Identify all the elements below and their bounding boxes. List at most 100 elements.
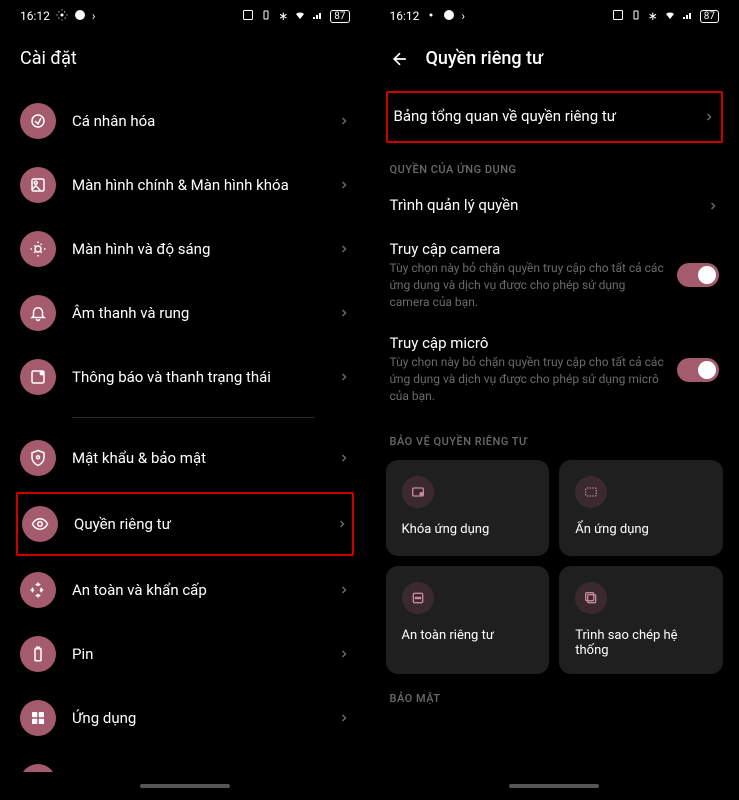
- chevron-right-icon: [703, 111, 715, 123]
- row-privacy-overview[interactable]: Bảng tổng quan về quyền riêng tư: [386, 91, 724, 143]
- item-battery[interactable]: Pin: [16, 622, 354, 686]
- item-label: Màn hình và độ sáng: [72, 240, 322, 258]
- item-apps[interactable]: Ứng dụng: [16, 686, 354, 750]
- item-label: Âm thanh và rung: [72, 304, 322, 322]
- card-label: Khóa ứng dụng: [402, 522, 534, 537]
- arrow-icon: ›: [461, 9, 465, 23]
- chevron-right-icon: [338, 371, 350, 383]
- status-time: 16:12: [20, 9, 50, 23]
- item-display-brightness[interactable]: Màn hình và độ sáng: [16, 217, 354, 281]
- section-privacy-protection: BẢO VỆ QUYỀN RIÊNG TƯ: [386, 417, 724, 456]
- privacy-cards-grid: Khóa ứng dụng Ẩn ứng dụng An toàn riêng …: [386, 460, 724, 674]
- chevron-right-icon: [338, 243, 350, 255]
- settings-list: Cá nhân hóa Màn hình chính & Màn hình kh…: [0, 89, 370, 772]
- setting-title: Trình quản lý quyền: [390, 196, 696, 214]
- card-private-safe[interactable]: An toàn riêng tư: [386, 566, 550, 674]
- chevron-right-icon: [338, 584, 350, 596]
- item-privacy[interactable]: Quyền riêng tư: [16, 492, 354, 556]
- item-label: Cá nhân hóa: [72, 112, 322, 130]
- lock-icon: [402, 476, 434, 508]
- right-phone: 16:12 › ∗ 87 Quyền riêng tư Bảng tổng qu…: [370, 0, 739, 800]
- eye-icon: [22, 506, 58, 542]
- item-location[interactable]: Vị trí: [16, 750, 354, 772]
- setting-title: Bảng tổng quan về quyền riêng tư: [394, 107, 692, 125]
- item-label: Quyền riêng tư: [74, 515, 320, 533]
- brightness-icon: [20, 231, 56, 267]
- arrow-icon: ›: [92, 9, 96, 23]
- battery-icon: [20, 636, 56, 672]
- wifi-icon: [294, 9, 306, 24]
- item-sound-vibration[interactable]: Âm thanh và rung: [16, 281, 354, 345]
- left-phone: 16:12 › ∗ 87 Cài đặt Cá nhân hóa Màn hìn…: [0, 0, 370, 800]
- card-app-lock[interactable]: Khóa ứng dụng: [386, 460, 550, 556]
- hide-icon: [575, 476, 607, 508]
- item-password-security[interactable]: Mật khẩu & bảo mật: [16, 426, 354, 490]
- signal-icon: [682, 9, 694, 24]
- nav-bar: [370, 772, 739, 800]
- chevron-right-icon: [336, 518, 348, 530]
- section-security: BẢO MẬT: [386, 674, 724, 713]
- messenger-icon: [74, 9, 86, 24]
- battery-indicator: 87: [700, 10, 719, 23]
- vibrate-icon: [630, 9, 642, 24]
- gear-icon: [56, 9, 68, 24]
- item-label: Thông báo và thanh trạng thái: [72, 368, 322, 386]
- notification-icon: [20, 359, 56, 395]
- item-safety-emergency[interactable]: An toàn và khẩn cấp: [16, 558, 354, 622]
- setting-subtitle: Tùy chọn này bỏ chặn quyền truy cập cho …: [390, 260, 666, 310]
- header: Quyền riêng tư: [370, 32, 739, 89]
- item-label: Mật khẩu & bảo mật: [72, 449, 322, 467]
- item-label: Pin: [72, 645, 322, 663]
- chevron-right-icon: [707, 200, 719, 212]
- item-label: An toàn và khẩn cấp: [72, 581, 322, 599]
- row-micro-access[interactable]: Truy cập micrô Tùy chọn này bỏ chặn quyề…: [386, 322, 724, 416]
- apps-icon: [20, 700, 56, 736]
- vibrate-icon: [260, 9, 272, 24]
- micro-toggle[interactable]: [677, 358, 719, 382]
- setting-subtitle: Tùy chọn này bỏ chặn quyền truy cập cho …: [390, 354, 666, 404]
- bluetooth-icon: ∗: [278, 9, 288, 23]
- nav-pill[interactable]: [140, 784, 230, 788]
- item-home-lock-screen[interactable]: Màn hình chính & Màn hình khóa: [16, 153, 354, 217]
- card-label: Ẩn ứng dụng: [575, 522, 707, 537]
- personalize-icon: [20, 103, 56, 139]
- setting-title: Truy cập camera: [390, 240, 666, 258]
- emergency-icon: [20, 572, 56, 608]
- item-personalization[interactable]: Cá nhân hóa: [16, 89, 354, 153]
- signal-icon: [312, 9, 324, 24]
- nfc-icon: [612, 9, 624, 24]
- wifi-icon: [664, 9, 676, 24]
- setting-title: Truy cập micrô: [390, 334, 666, 352]
- row-permission-manager[interactable]: Trình quản lý quyền: [386, 184, 724, 228]
- chevron-right-icon: [338, 307, 350, 319]
- item-label: Ứng dụng: [72, 709, 322, 727]
- nav-bar: [0, 772, 370, 800]
- chevron-right-icon: [338, 452, 350, 464]
- card-hide-apps[interactable]: Ẩn ứng dụng: [559, 460, 723, 556]
- chevron-right-icon: [338, 648, 350, 660]
- nfc-icon: [242, 9, 254, 24]
- back-icon[interactable]: [390, 49, 410, 69]
- divider: [72, 417, 314, 418]
- messenger-icon: [443, 9, 455, 24]
- nav-pill[interactable]: [509, 784, 599, 788]
- card-label: Trình sao chép hệ thống: [575, 628, 707, 658]
- item-notifications-status[interactable]: Thông báo và thanh trạng thái: [16, 345, 354, 409]
- location-icon: [20, 764, 56, 772]
- bell-icon: [20, 295, 56, 331]
- row-camera-access[interactable]: Truy cập camera Tùy chọn này bỏ chặn quy…: [386, 228, 724, 322]
- status-bar: 16:12 › ∗ 87: [0, 0, 370, 32]
- bluetooth-icon: ∗: [648, 9, 658, 23]
- clone-icon: [575, 582, 607, 614]
- section-app-permissions: QUYỀN CỦA ỨNG DỤNG: [386, 145, 724, 184]
- shield-icon: [20, 440, 56, 476]
- gear-icon: [425, 9, 437, 24]
- status-time: 16:12: [390, 9, 420, 23]
- camera-toggle[interactable]: [677, 263, 719, 287]
- status-bar: 16:12 › ∗ 87: [370, 0, 739, 32]
- battery-indicator: 87: [330, 10, 349, 23]
- card-system-cloner[interactable]: Trình sao chép hệ thống: [559, 566, 723, 674]
- chevron-right-icon: [338, 179, 350, 191]
- page-title: Quyền riêng tư: [426, 48, 544, 69]
- card-label: An toàn riêng tư: [402, 628, 534, 643]
